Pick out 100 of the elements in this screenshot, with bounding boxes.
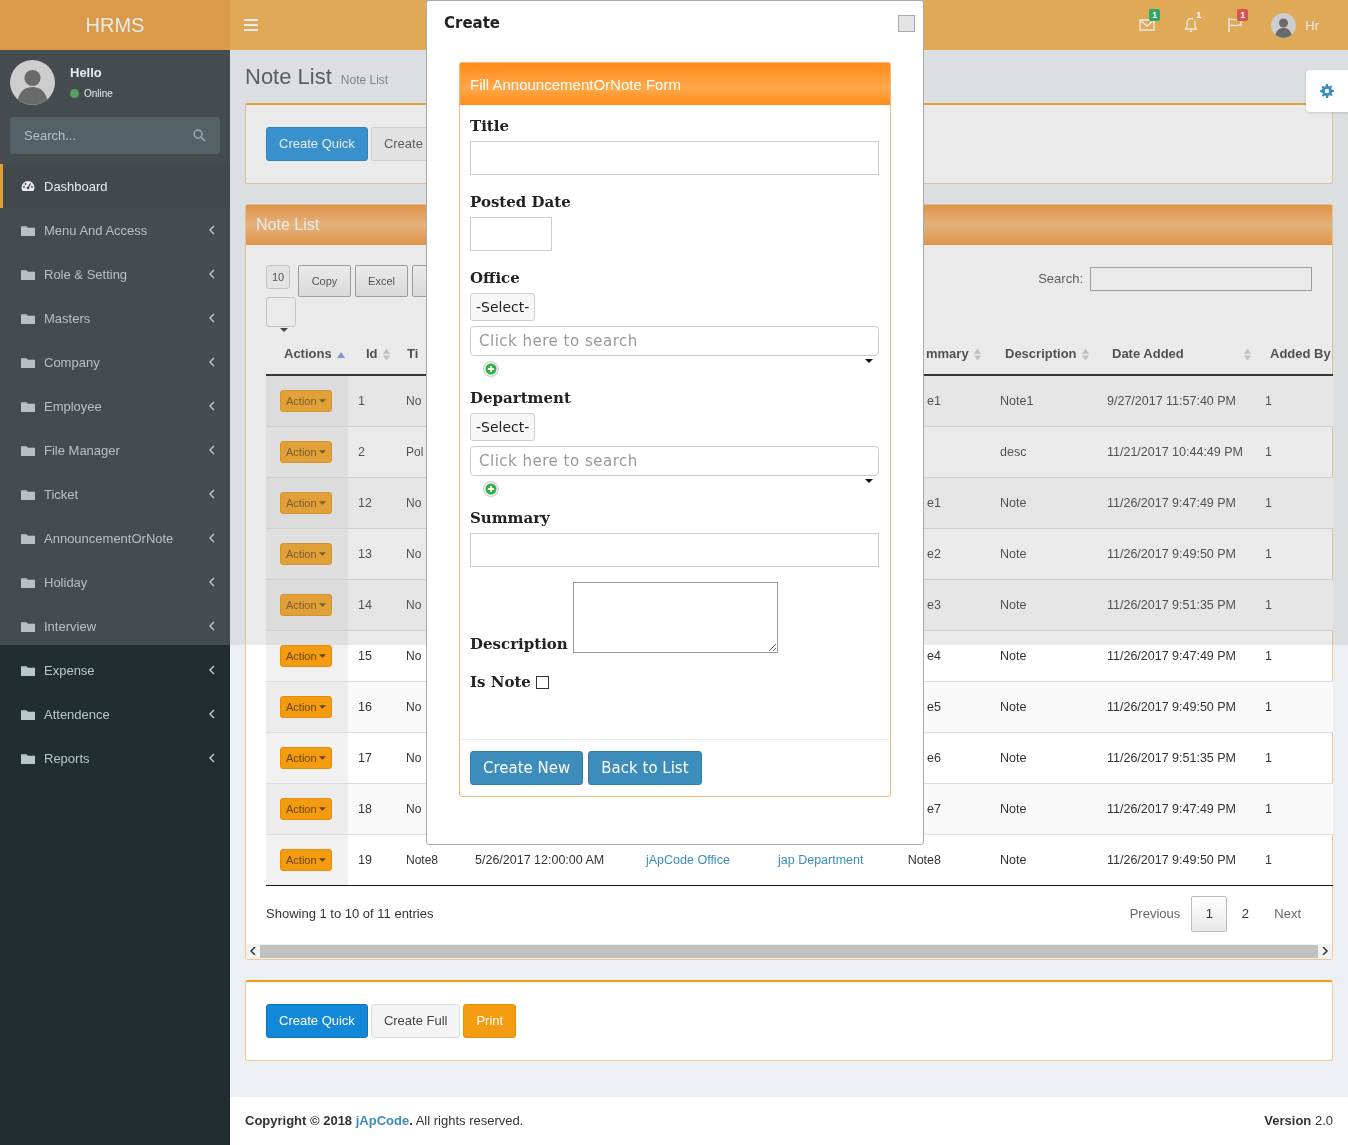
caret-icon (318, 857, 326, 862)
create-quick-button[interactable]: Create Quick (266, 1003, 368, 1038)
form-button[interactable]: Create New (470, 751, 584, 785)
checkbox[interactable] (535, 675, 549, 689)
sidebar-item[interactable]: Ticket (0, 472, 230, 516)
table-cell: 11/21/2017 10:44:49 PM (1107, 444, 1243, 459)
close-button[interactable] (898, 14, 915, 32)
caret-icon (318, 500, 326, 505)
row-action-button[interactable]: Action (280, 797, 332, 820)
sidebar-item[interactable]: Role & Setting (0, 252, 230, 296)
folder-icon (21, 532, 35, 544)
column-header[interactable]: Description (1005, 346, 1077, 362)
table-cell: No (406, 801, 422, 816)
sidebar-item[interactable]: Expense (0, 648, 230, 692)
date-field[interactable] (470, 217, 552, 251)
sidebar-item[interactable]: Attendence (0, 692, 230, 736)
sidebar-item[interactable]: Company (0, 340, 230, 384)
form-button[interactable]: Back to List (588, 751, 702, 785)
row-action-button[interactable]: Action (280, 593, 332, 616)
row-action-button[interactable]: Action (280, 746, 332, 769)
row-action-button[interactable]: Action (280, 389, 332, 412)
search-field[interactable]: Search... (10, 117, 220, 154)
page-link[interactable]: 1 (1191, 895, 1228, 932)
folder-icon (21, 488, 35, 500)
page-link[interactable]: Next (1263, 895, 1312, 932)
table-cell: 15 (358, 648, 372, 663)
settings-tab[interactable] (1306, 70, 1348, 112)
input-field[interactable] (470, 533, 879, 567)
column-header[interactable]: Added By (1270, 346, 1331, 362)
create-quick-button[interactable]: Create Quick (266, 126, 368, 161)
caret-icon (318, 653, 326, 658)
table-cell: 1 (1265, 444, 1272, 459)
row-action-button[interactable]: Action (280, 848, 332, 871)
chevron-left-icon (208, 357, 216, 367)
sidebar-item[interactable]: Reports (0, 736, 230, 780)
column-header[interactable]: Date Added (1112, 346, 1184, 362)
sidebar-item[interactable]: Dashboard (0, 164, 230, 208)
table-cell: 1 (358, 393, 365, 408)
avatar-icon (10, 60, 55, 105)
table-cell: desc (1000, 444, 1027, 459)
table-cell: 11/26/2017 9:49:50 PM (1107, 852, 1237, 867)
table-cell: e5 (927, 699, 941, 714)
create-full-button[interactable]: Create Full (370, 1003, 461, 1038)
field-label: Is Note (470, 673, 531, 691)
table-cell: No (406, 648, 422, 663)
table-cell: 9/27/2017 11:57:40 PM (1107, 393, 1237, 408)
chevron-left-icon (208, 665, 216, 675)
column-header[interactable]: Ti (407, 346, 419, 362)
chevron-left-icon (208, 753, 216, 763)
select-button[interactable]: -Select- (470, 413, 536, 441)
page-link[interactable]: Previous (1118, 895, 1192, 932)
column-header[interactable]: Actions (284, 346, 332, 362)
search-field[interactable] (1090, 266, 1312, 291)
table-cell: 18 (358, 801, 372, 816)
table-cell: 11/26/2017 9:51:35 PM (1107, 750, 1237, 765)
notification-badge: 1 (1193, 9, 1205, 21)
input-field[interactable] (470, 141, 879, 175)
sidebar-item[interactable]: Menu And Access (0, 208, 230, 252)
row-action-button[interactable]: Action (280, 542, 332, 565)
page-link[interactable]: 2 (1227, 895, 1264, 932)
folder-icon (21, 400, 35, 412)
sidebar-item[interactable]: File Manager (0, 428, 230, 472)
export-button[interactable]: Excel (355, 264, 408, 297)
table-link[interactable]: jApCode Office (646, 852, 730, 867)
dropdown[interactable] (266, 296, 296, 327)
row-action-button[interactable]: Action (280, 491, 332, 514)
table-cell: Note8 (406, 852, 439, 867)
status-text: Online (84, 88, 113, 99)
column-header[interactable]: mmary (926, 346, 969, 362)
sidebar-item[interactable]: Masters (0, 296, 230, 340)
table-link[interactable]: jap Department (778, 852, 864, 867)
table-cell: 5/26/2017 12:00:00 AM (475, 852, 605, 867)
page-length-select[interactable]: 10 (266, 264, 290, 289)
row-action-button[interactable]: Action (280, 440, 332, 463)
folder-icon (21, 576, 35, 588)
sidebar-item[interactable]: Holiday (0, 560, 230, 604)
sidebar-item[interactable]: Employee (0, 384, 230, 428)
sidebar-item[interactable]: Interview (0, 604, 230, 648)
table-cell: e3 (927, 597, 941, 612)
text-area[interactable] (572, 582, 778, 653)
sidebar-item[interactable]: AnnouncementOrNote (0, 516, 230, 560)
row-action-button[interactable]: Action (280, 695, 332, 718)
column-header[interactable]: Id (366, 346, 378, 362)
table-cell: e7 (927, 801, 941, 816)
search-field[interactable]: Click here to search (470, 326, 879, 356)
select-button[interactable]: -Select- (470, 293, 536, 321)
greeting-text: Hello (70, 65, 103, 80)
row-action-button[interactable]: Action (280, 644, 332, 667)
folder-icon (21, 224, 35, 236)
entries-info: Showing 1 to 10 of 11 entries (266, 906, 434, 922)
table-cell: 11/26/2017 9:51:35 PM (1107, 597, 1237, 612)
export-button[interactable]: Copy (298, 264, 351, 297)
table-cell: 1 (1265, 597, 1272, 612)
chevron-left-icon (208, 533, 216, 543)
table-cell: Note (1000, 495, 1027, 510)
table-cell: Note (1000, 546, 1027, 561)
table-cell: 1 (1265, 546, 1272, 561)
search-field[interactable]: Click here to search (470, 446, 879, 476)
field-label: Summary (470, 509, 550, 527)
bell-icon (1183, 17, 1200, 33)
